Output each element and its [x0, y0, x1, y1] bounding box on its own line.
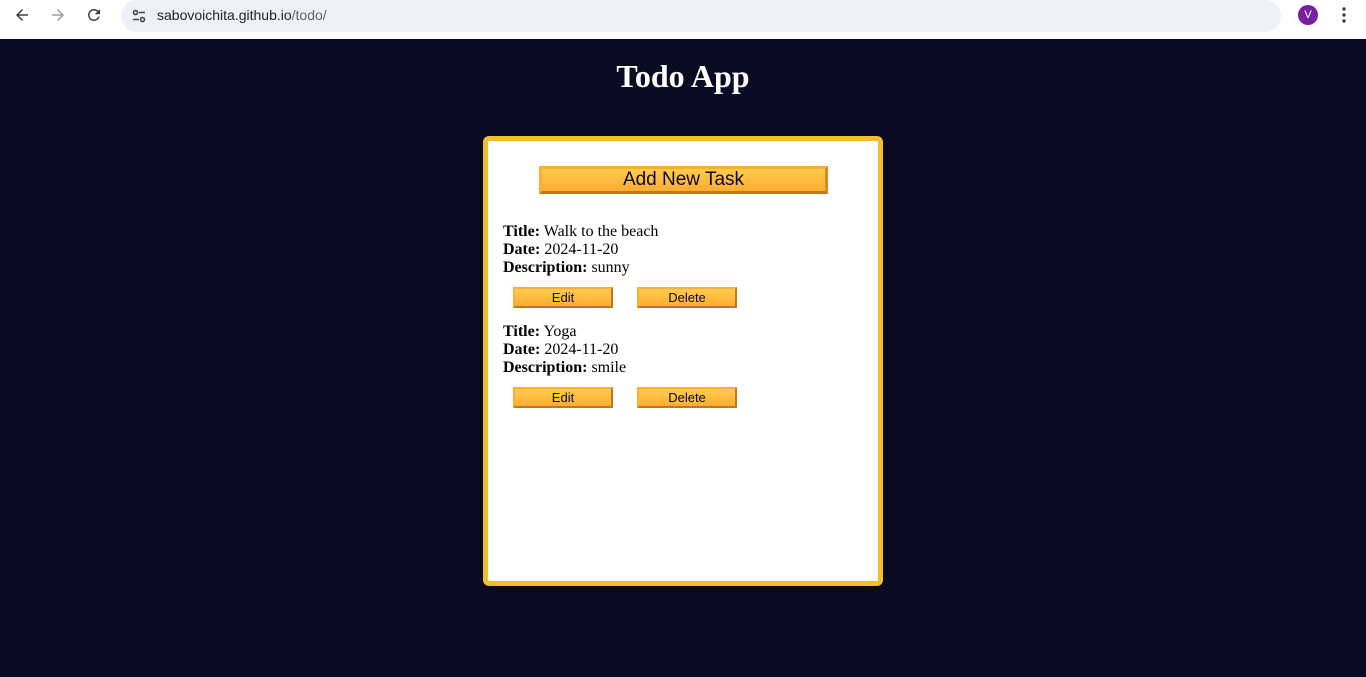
task-item: Title: Yoga Date: 2024-11-20 Description…: [503, 323, 863, 377]
description-label: Description:: [503, 259, 588, 276]
edit-button[interactable]: Edit: [513, 387, 613, 408]
url-host: sabovoichita.github.io: [157, 7, 292, 23]
url-path: /todo/: [291, 7, 327, 23]
reload-button[interactable]: [78, 3, 110, 27]
task-date-line: Date: 2024-11-20: [503, 241, 863, 259]
date-label: Date:: [503, 241, 541, 258]
browser-toolbar: sabovoichita.github.io/todo/ V: [0, 0, 1366, 39]
task-description-line: Description: smile: [503, 359, 863, 377]
task-title: Walk to the beach: [543, 223, 659, 240]
title-label: Title:: [503, 223, 541, 240]
arrow-left-icon: [16, 9, 28, 21]
task-description: smile: [591, 359, 627, 376]
forward-button[interactable]: [42, 3, 74, 27]
task-description: sunny: [591, 259, 630, 276]
delete-button[interactable]: Delete: [637, 387, 737, 408]
task-date-line: Date: 2024-11-20: [503, 341, 863, 359]
back-button[interactable]: [6, 3, 38, 27]
edit-button[interactable]: Edit: [513, 287, 613, 308]
task-item: Title: Walk to the beach Date: 2024-11-2…: [503, 223, 863, 277]
arrow-right-icon: [52, 9, 64, 21]
browser-menu-button[interactable]: [1334, 3, 1354, 27]
task-title-line: Title: Walk to the beach: [503, 223, 863, 241]
todo-card: Add New Task Title: Walk to the beach Da…: [483, 136, 883, 586]
site-info-button[interactable]: [127, 4, 151, 28]
tune-icon: [132, 9, 146, 23]
task-date: 2024-11-20: [544, 341, 619, 358]
page-title: Todo App: [616, 58, 750, 94]
task-date: 2024-11-20: [544, 241, 619, 258]
description-label: Description:: [503, 359, 588, 376]
delete-button[interactable]: Delete: [637, 287, 737, 308]
title-label: Title:: [503, 323, 541, 340]
task-title: Yoga: [543, 323, 577, 340]
date-label: Date:: [503, 341, 541, 358]
reload-icon: [87, 8, 100, 21]
task-title-line: Title: Yoga: [503, 323, 863, 341]
add-new-task-button[interactable]: Add New Task: [539, 166, 828, 194]
address-bar[interactable]: sabovoichita.github.io/todo/: [121, 0, 1281, 32]
profile-avatar[interactable]: V: [1298, 5, 1318, 25]
kebab-menu-icon: [1342, 7, 1346, 23]
url-text[interactable]: sabovoichita.github.io/todo/: [157, 7, 327, 23]
task-description-line: Description: sunny: [503, 259, 863, 277]
